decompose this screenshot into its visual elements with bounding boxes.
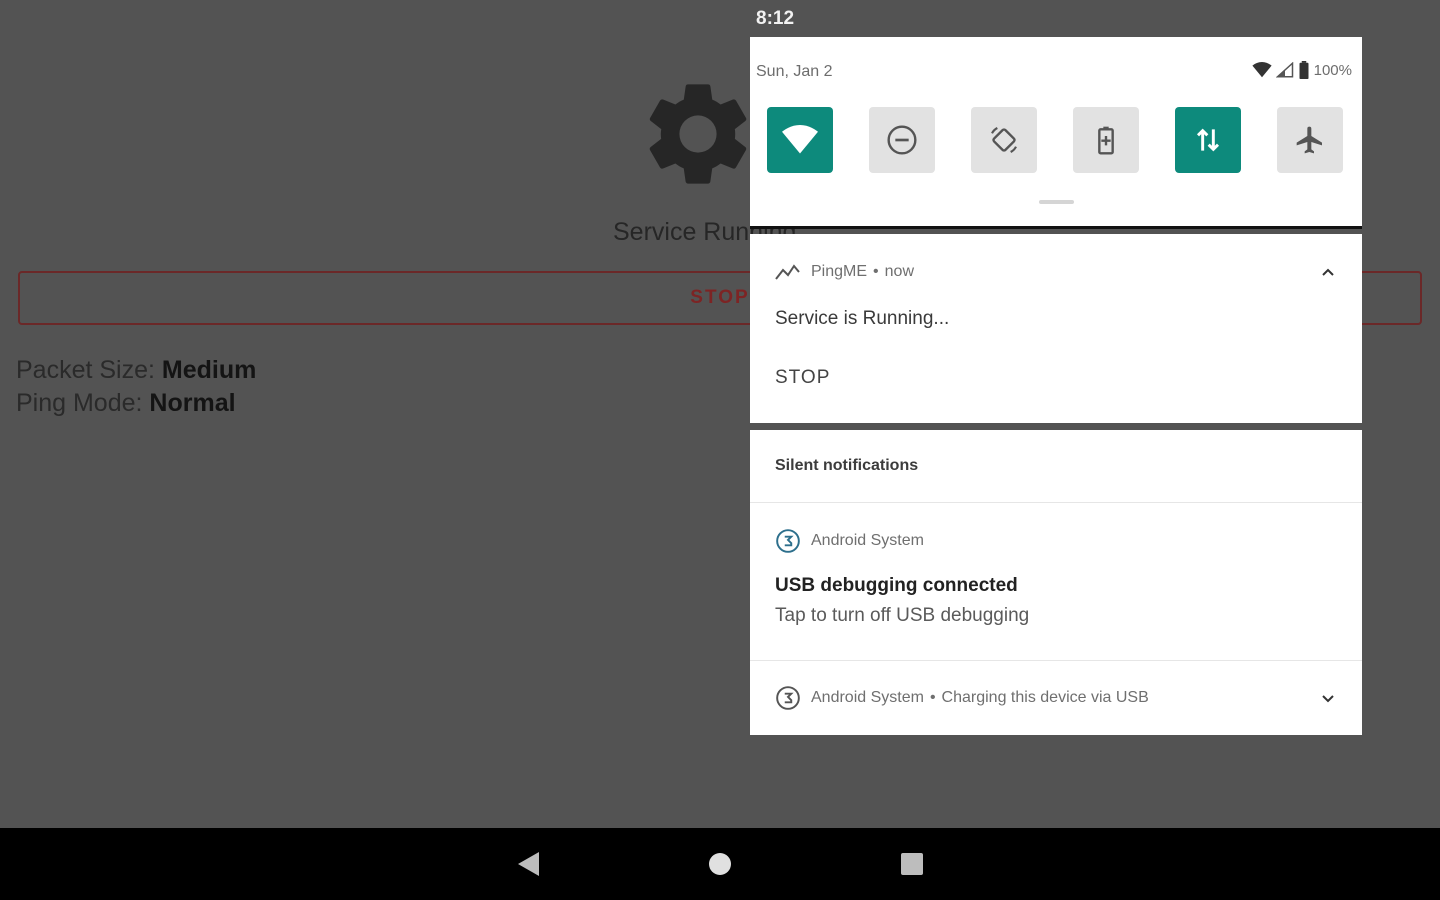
nav-back-button[interactable] (512, 848, 544, 880)
ping-mode-row: Ping Mode: Normal (16, 387, 256, 420)
drag-handle[interactable] (1039, 200, 1074, 204)
android-system-icon (776, 686, 800, 710)
battery-percent: 100% (1313, 61, 1352, 79)
usb-debug-app-name: Android System (811, 532, 924, 549)
packet-size-label: Packet Size: (16, 356, 155, 384)
quick-settings-panel: Sun, Jan 2 100% (750, 37, 1362, 229)
battery-icon (1299, 61, 1309, 79)
usb-debug-title: USB debugging connected (775, 575, 1018, 596)
qs-date[interactable]: Sun, Jan 2 (756, 63, 833, 81)
tile-airplane-mode[interactable] (1277, 107, 1343, 173)
pingme-app-name: PingME (811, 263, 868, 280)
nav-recents-button[interactable] (896, 848, 928, 880)
pingme-app-icon (775, 264, 800, 280)
packet-size-row: Packet Size: Medium (16, 354, 256, 387)
silent-notifications-section: Silent notifications Android System USB … (750, 430, 1362, 735)
quick-settings-tiles (767, 107, 1343, 173)
usb-debug-subtitle: Tap to turn off USB debugging (775, 605, 1030, 626)
cell-signal-icon (1275, 62, 1293, 78)
gear-icon (649, 84, 747, 184)
wifi-icon (782, 125, 818, 154)
back-icon (518, 852, 539, 876)
nav-home-button[interactable] (704, 848, 736, 880)
pingme-stop-action[interactable]: STOP (775, 367, 830, 389)
navigation-bar (0, 828, 1440, 900)
tile-battery-saver[interactable] (1073, 107, 1139, 173)
mobile-data-icon (1196, 128, 1220, 152)
pingme-header: PingME • now (775, 262, 914, 282)
recents-icon (901, 853, 923, 875)
chevron-down-icon[interactable] (1320, 691, 1336, 707)
packet-size-value: Medium (161, 356, 257, 384)
pingme-time: now (884, 263, 914, 280)
android-system-icon (776, 529, 800, 553)
usb-debug-header: Android System (775, 528, 924, 554)
pingme-text: Service is Running... (775, 308, 950, 329)
tile-mobile-data[interactable] (1175, 107, 1241, 173)
divider (750, 660, 1362, 661)
divider (750, 502, 1362, 503)
ping-mode-label: Ping Mode: (16, 389, 143, 417)
charging-header: Android System • Charging this device vi… (775, 685, 1149, 711)
wifi-signal-icon (1252, 62, 1272, 78)
chevron-up-icon[interactable] (1320, 264, 1336, 280)
charging-text: Charging this device via USB (941, 689, 1149, 706)
header-separator: • (873, 263, 879, 280)
silent-header: Silent notifications (775, 457, 919, 474)
auto-rotate-icon (991, 127, 1017, 153)
charging-app-name: Android System (811, 689, 924, 706)
header-separator: • (929, 689, 936, 706)
battery-saver-icon (1098, 126, 1114, 155)
airplane-mode-icon (1296, 126, 1322, 154)
status-clock: 8:12 (756, 8, 795, 29)
settings-summary: Packet Size: Medium Ping Mode: Normal (16, 354, 256, 420)
home-icon (709, 853, 731, 875)
tile-auto-rotate[interactable] (971, 107, 1037, 173)
pingme-notification[interactable]: PingME • now Service is Running... STOP (750, 234, 1362, 423)
tile-wifi[interactable] (767, 107, 833, 173)
do-not-disturb-icon (887, 125, 917, 155)
tile-do-not-disturb[interactable] (869, 107, 935, 173)
ping-mode-value: Normal (149, 389, 236, 417)
qs-status-icons: 100% (1252, 61, 1352, 79)
